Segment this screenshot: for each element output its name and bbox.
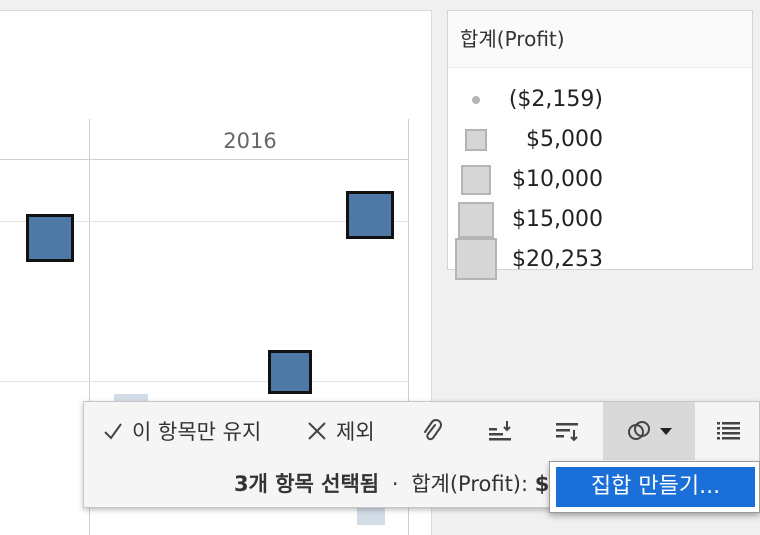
sort-descending-icon <box>554 419 580 443</box>
view-data-button[interactable] <box>716 402 742 460</box>
create-set-menu: 집합 만들기... <box>549 461 760 513</box>
keep-only-button[interactable]: 이 항목만 유지 <box>102 402 261 460</box>
sort-descending-button[interactable] <box>554 402 580 460</box>
selected-mark[interactable] <box>346 191 394 239</box>
legend-item-label: ($2,159) <box>508 87 603 112</box>
legend-item[interactable]: ($2,159) <box>448 80 752 120</box>
create-set-dropdown-button[interactable] <box>603 402 695 460</box>
selection-summary: 3개 항목 선택됨 · 합계(Profit): $5 <box>84 462 564 506</box>
caret-down-icon <box>660 426 672 436</box>
legend-item[interactable]: $15,000 <box>448 200 752 240</box>
legend-item-label: $10,000 <box>512 167 603 192</box>
unselected-mark[interactable] <box>357 507 385 525</box>
exclude-button[interactable]: 제외 <box>306 402 375 460</box>
legend-item-label: $20,253 <box>512 247 603 272</box>
selected-mark[interactable] <box>268 350 312 394</box>
legend-item-label: $15,000 <box>512 207 603 232</box>
header-divider <box>0 159 409 160</box>
menu-item-create-set[interactable]: 집합 만들기... <box>556 467 755 507</box>
keep-only-label: 이 항목만 유지 <box>132 420 262 444</box>
selected-mark[interactable] <box>26 214 74 262</box>
size-legend: 합계(Profit) ($2,159) $5,000 $10,000 $15,0… <box>447 10 753 280</box>
group-members-button[interactable] <box>420 402 444 460</box>
legend-title: 합계(Profit) <box>448 11 752 68</box>
set-icon <box>626 419 652 443</box>
check-icon <box>102 420 124 442</box>
paperclip-icon <box>420 419 444 443</box>
legend-item[interactable]: $20,253 <box>448 238 752 280</box>
close-icon <box>306 420 328 442</box>
data-grid-icon <box>716 420 742 442</box>
summary-measure: 합계(Profit): <box>411 472 529 496</box>
legend-item[interactable]: $5,000 <box>448 120 752 160</box>
legend-item[interactable]: $10,000 <box>448 160 752 200</box>
summary-separator: · <box>391 472 399 496</box>
column-header-year: 2016 <box>223 129 277 153</box>
tooltip-toolbar: 이 항목만 유지 제외 <box>84 402 760 460</box>
sort-ascending-icon <box>487 419 513 443</box>
sort-ascending-button[interactable] <box>487 402 513 460</box>
legend-item-label: $5,000 <box>526 127 603 152</box>
selected-count: 3개 항목 선택됨 <box>233 472 380 496</box>
gridline <box>0 381 409 382</box>
exclude-label: 제외 <box>336 420 375 444</box>
